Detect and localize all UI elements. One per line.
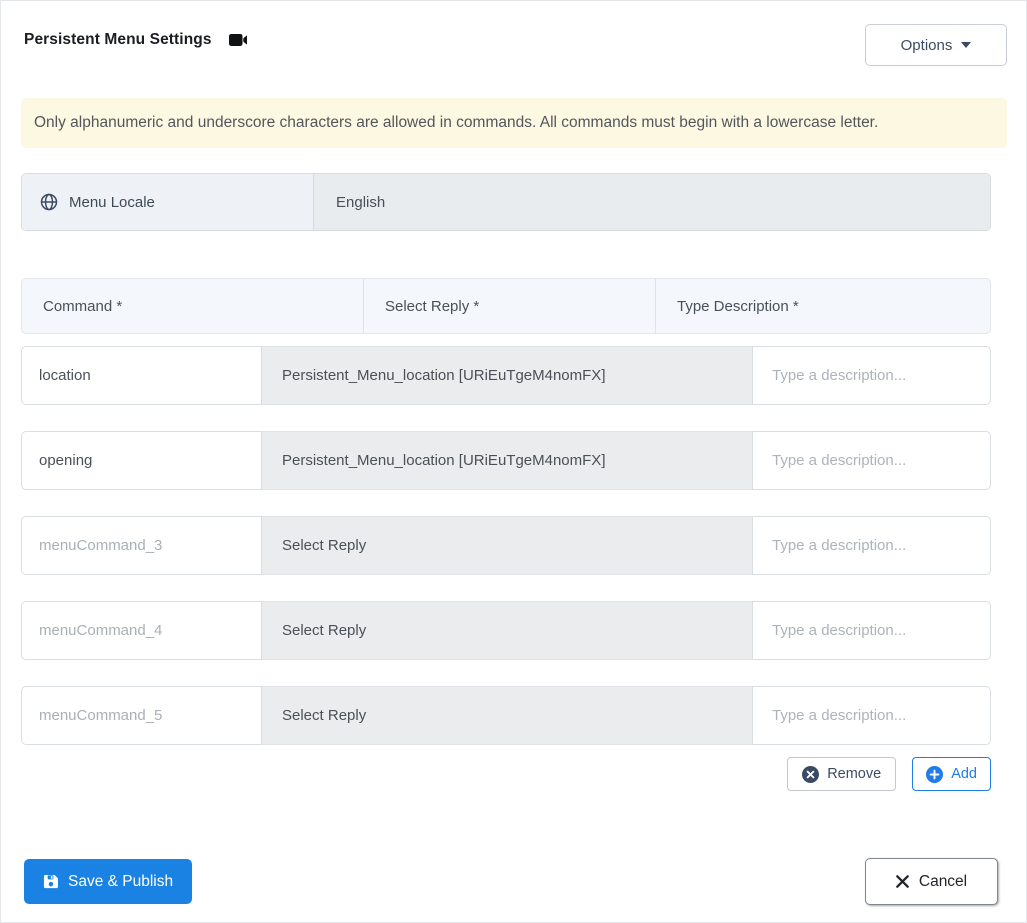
reply-select-5[interactable]: Select Reply bbox=[262, 686, 752, 745]
x-circle-icon bbox=[802, 765, 820, 783]
globe-icon bbox=[40, 193, 58, 211]
row-actions: Remove Add bbox=[21, 757, 991, 791]
reply-select-2-value: Persistent_Menu_location [URiEuTgeM4nomF… bbox=[282, 452, 606, 469]
page-header: Persistent Menu Settings bbox=[24, 31, 247, 49]
reply-select-1-value: Persistent_Menu_location [URiEuTgeM4nomF… bbox=[282, 367, 606, 384]
videocam-icon bbox=[228, 34, 247, 46]
description-input-1[interactable] bbox=[752, 346, 991, 405]
save-icon bbox=[43, 874, 58, 889]
command-row-2: Persistent_Menu_location [URiEuTgeM4nomF… bbox=[21, 431, 991, 490]
command-row-1: Persistent_Menu_location [URiEuTgeM4nomF… bbox=[21, 346, 991, 405]
menu-locale-group: Menu Locale English bbox=[21, 173, 991, 231]
page-title: Persistent Menu Settings bbox=[24, 31, 212, 48]
description-input-2[interactable] bbox=[752, 431, 991, 490]
description-input-3[interactable] bbox=[752, 516, 991, 575]
persistent-menu-settings-panel: Persistent Menu Settings Options Only al… bbox=[0, 0, 1027, 923]
reply-select-4-value: Select Reply bbox=[282, 622, 367, 639]
command-input-4[interactable] bbox=[21, 601, 262, 660]
add-button-label: Add bbox=[951, 766, 977, 782]
reply-select-3-value: Select Reply bbox=[282, 537, 367, 554]
menu-locale-label-text: Menu Locale bbox=[69, 193, 155, 211]
remove-button[interactable]: Remove bbox=[787, 757, 897, 791]
command-rows: Persistent_Menu_location [URiEuTgeM4nomF… bbox=[21, 346, 991, 771]
reply-select-2[interactable]: Persistent_Menu_location [URiEuTgeM4nomF… bbox=[262, 431, 752, 490]
command-input-1[interactable] bbox=[21, 346, 262, 405]
command-rules-notice: Only alphanumeric and underscore charact… bbox=[21, 98, 1007, 148]
plus-circle-icon bbox=[926, 765, 944, 783]
command-input-2[interactable] bbox=[21, 431, 262, 490]
header-type-description: Type Description * bbox=[677, 297, 799, 315]
header-command: Command * bbox=[22, 279, 364, 333]
save-publish-button[interactable]: Save & Publish bbox=[24, 859, 193, 904]
command-input-3[interactable] bbox=[21, 516, 262, 575]
save-publish-label: Save & Publish bbox=[68, 872, 174, 890]
header-select-reply: Select Reply * bbox=[364, 279, 656, 333]
cancel-button[interactable]: Cancel bbox=[865, 858, 998, 905]
command-table-header: Command * Select Reply * Type Descriptio… bbox=[21, 278, 991, 334]
reply-select-3[interactable]: Select Reply bbox=[262, 516, 752, 575]
menu-locale-value-text: English bbox=[336, 193, 386, 211]
command-row-3: Select Reply bbox=[21, 516, 991, 575]
menu-locale-value: English bbox=[314, 174, 990, 230]
x-icon bbox=[896, 875, 909, 888]
reply-select-5-value: Select Reply bbox=[282, 707, 367, 724]
reply-select-1[interactable]: Persistent_Menu_location [URiEuTgeM4nomF… bbox=[262, 346, 752, 405]
command-row-5: Select Reply bbox=[21, 686, 991, 745]
command-input-5[interactable] bbox=[21, 686, 262, 745]
remove-button-label: Remove bbox=[827, 766, 882, 782]
reply-select-4[interactable]: Select Reply bbox=[262, 601, 752, 660]
options-button-label: Options bbox=[900, 36, 953, 54]
options-button[interactable]: Options bbox=[865, 24, 1007, 66]
menu-locale-label: Menu Locale bbox=[22, 174, 314, 230]
cancel-button-label: Cancel bbox=[918, 872, 968, 890]
add-button[interactable]: Add bbox=[912, 757, 991, 791]
command-row-4: Select Reply bbox=[21, 601, 991, 660]
notice-text: Only alphanumeric and underscore charact… bbox=[34, 114, 879, 131]
description-input-4[interactable] bbox=[752, 601, 991, 660]
caret-down-icon bbox=[961, 42, 972, 48]
description-input-5[interactable] bbox=[752, 686, 991, 745]
